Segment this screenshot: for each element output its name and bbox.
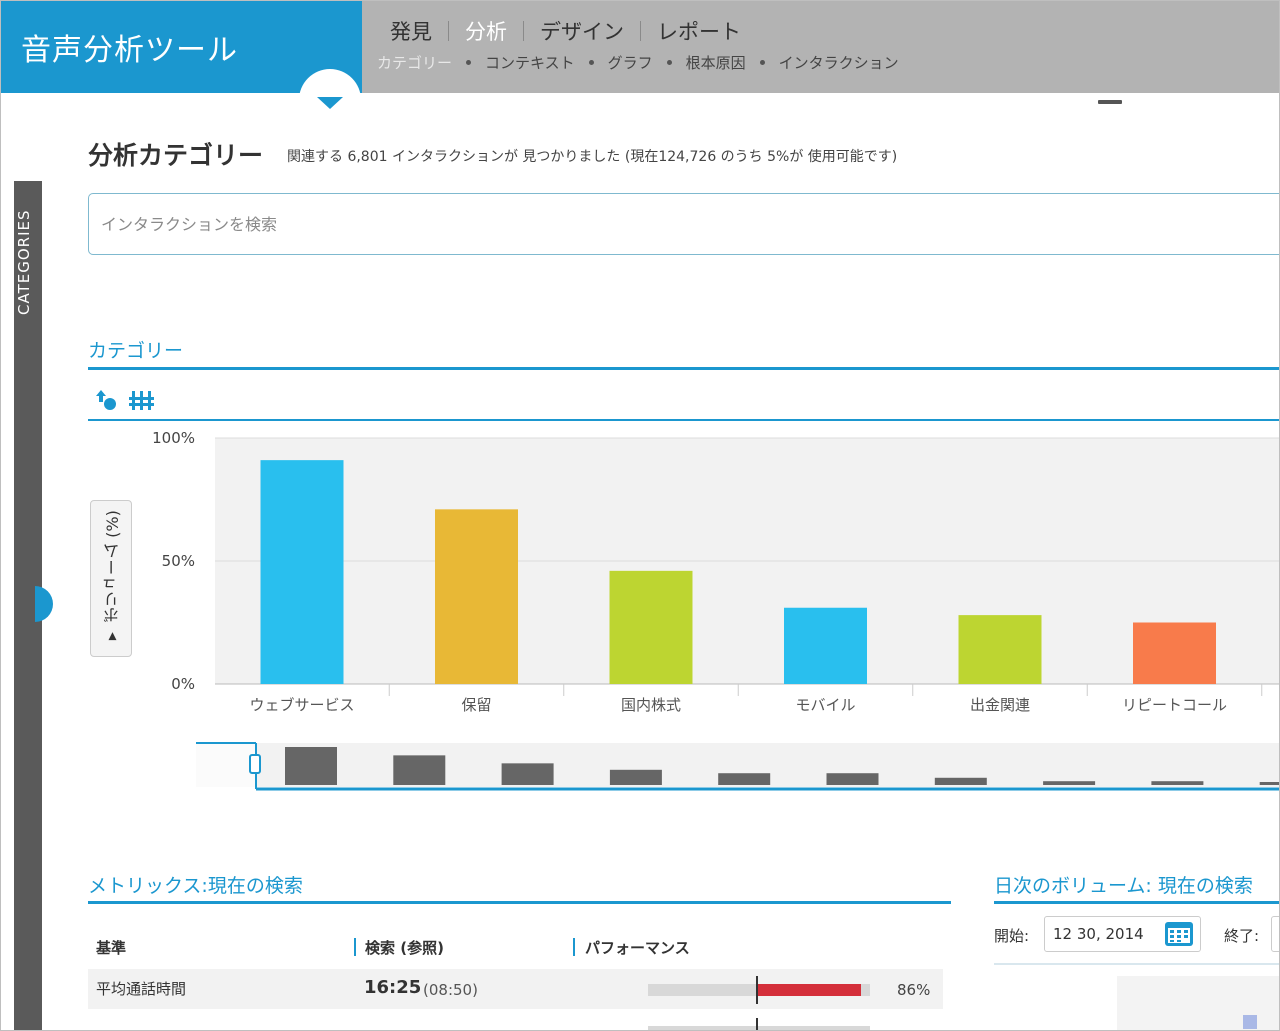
main-tabs: 発見 分析 デザイン レポート bbox=[382, 16, 749, 46]
subtab-bullet bbox=[666, 60, 672, 65]
x-tick-label: モバイル bbox=[795, 696, 855, 714]
metrics-header-performance[interactable]: パフォーマンス bbox=[585, 937, 690, 958]
end-date-label: 終了: bbox=[1224, 927, 1260, 945]
daily-volume-divider bbox=[994, 901, 1279, 904]
metrics-section-title: メトリックス:現在の検索 bbox=[88, 875, 303, 897]
chart-bar[interactable] bbox=[1133, 622, 1216, 685]
section-divider bbox=[88, 367, 1279, 370]
subtab-root-cause[interactable]: 根本原因 bbox=[686, 52, 746, 73]
subtab-graph[interactable]: グラフ bbox=[608, 52, 653, 73]
chart-bar[interactable] bbox=[260, 460, 344, 684]
performance-reference-marker bbox=[756, 976, 758, 1004]
navigator-bar bbox=[1151, 781, 1204, 785]
daily-volume-subdivider bbox=[994, 963, 1279, 965]
chart-overview-navigator[interactable] bbox=[196, 739, 1280, 795]
toolbar-divider bbox=[88, 419, 1279, 421]
navigator-bar bbox=[1259, 782, 1279, 785]
subtab-bullet bbox=[588, 60, 594, 65]
y-tick-label: 50% bbox=[162, 552, 195, 570]
app-title: 音声分析ツール bbox=[21, 33, 238, 68]
column-separator bbox=[354, 938, 356, 956]
x-tick-label: ウェブサービス bbox=[249, 696, 354, 714]
metrics-header-search[interactable]: 検索 (参照) bbox=[365, 937, 444, 958]
navigator-bar bbox=[285, 747, 337, 785]
end-date-input[interactable] bbox=[1271, 916, 1279, 952]
x-tick-label: 国内株式 bbox=[621, 696, 681, 714]
calendar-icon[interactable] bbox=[1164, 919, 1194, 947]
performance-bar-fill bbox=[758, 984, 861, 996]
caret-down-icon[interactable] bbox=[317, 97, 343, 109]
subtab-bullet bbox=[466, 60, 472, 65]
app-window: 音声分析ツール 発見 分析 デザイン レポート カテゴリー コンテキスト グラフ… bbox=[0, 0, 1280, 1031]
tab-separator bbox=[640, 21, 641, 41]
tab-separator bbox=[448, 21, 449, 41]
navigator-bar bbox=[393, 755, 446, 785]
navigator-drag-handle[interactable] bbox=[249, 754, 261, 774]
daily-volume-mark bbox=[1243, 1015, 1257, 1029]
navigator-bar bbox=[609, 769, 662, 785]
filter-columns-icon[interactable] bbox=[129, 387, 155, 413]
hamburger-icon[interactable] bbox=[1098, 100, 1122, 104]
category-bar-chart: 100% 50% 0% ウェブサービス 保留 国内株式 モバイル 出金関連 リピートコール bbox=[152, 429, 1279, 714]
rail-expand-handle[interactable] bbox=[35, 586, 53, 622]
start-date-label: 開始: bbox=[994, 927, 1030, 945]
chart-bar[interactable] bbox=[435, 509, 518, 684]
tab-discover[interactable]: 発見 bbox=[382, 16, 440, 46]
navigator-bar bbox=[826, 773, 879, 785]
performance-reference-marker bbox=[756, 1018, 758, 1030]
y-tick-label: 0% bbox=[171, 675, 195, 693]
daily-volume-title: 日次のボリューム: 現在の検索 bbox=[994, 875, 1253, 897]
navigator-bar bbox=[1043, 781, 1096, 785]
metric-value: 16:25 bbox=[364, 977, 422, 998]
subtab-bullet bbox=[759, 60, 765, 65]
column-separator bbox=[573, 938, 575, 956]
categories-section-title: カテゴリー bbox=[88, 340, 184, 362]
metric-reference: (08:50) bbox=[423, 981, 478, 999]
navigator-bar bbox=[501, 763, 554, 785]
yaxis-toggle-label[interactable]: ▾ ボリューム (%) bbox=[101, 506, 127, 652]
navigator-window[interactable] bbox=[196, 743, 256, 787]
x-tick-label: リピートコール bbox=[1122, 696, 1227, 714]
calendar-icon-graphic bbox=[1165, 922, 1193, 946]
navigator-bar bbox=[934, 777, 987, 785]
y-tick-label: 100% bbox=[152, 429, 195, 447]
categories-rail-label: CATEGORIES bbox=[15, 209, 33, 315]
subtab-categories[interactable]: カテゴリー bbox=[377, 52, 452, 73]
top-navigation: 発見 分析 デザイン レポート カテゴリー コンテキスト グラフ 根本原因 イン… bbox=[362, 1, 1279, 93]
sort-icon-graphic bbox=[96, 390, 116, 410]
metrics-header-criteria[interactable]: 基準 bbox=[96, 937, 126, 958]
page-title: 分析カテゴリー bbox=[88, 141, 264, 170]
x-tick-label: 出金関連 bbox=[970, 696, 1030, 714]
chart-bar[interactable] bbox=[784, 607, 867, 684]
tab-separator bbox=[523, 21, 524, 41]
tab-report[interactable]: レポート bbox=[649, 16, 749, 46]
chart-bar[interactable] bbox=[958, 615, 1042, 684]
subtab-interaction[interactable]: インタラクション bbox=[779, 52, 899, 73]
filter-columns-graphic bbox=[129, 391, 154, 410]
search-input[interactable] bbox=[88, 193, 1279, 255]
sort-icon[interactable] bbox=[94, 387, 120, 413]
performance-percent: 86% bbox=[897, 981, 931, 999]
tab-analyze[interactable]: 分析 bbox=[457, 16, 515, 46]
metrics-divider bbox=[88, 901, 951, 904]
sub-tabs: カテゴリー コンテキスト グラフ 根本原因 インタラクション bbox=[377, 52, 899, 73]
navigator-bar bbox=[718, 773, 771, 785]
results-summary: 関連する 6,801 インタラクションが 見つかりました (現在124,726 … bbox=[287, 149, 898, 165]
subtab-context[interactable]: コンテキスト bbox=[485, 52, 575, 73]
performance-bar-track bbox=[648, 1026, 870, 1030]
metric-name: 平均通話時間 bbox=[96, 980, 187, 998]
chart-bar[interactable] bbox=[609, 570, 693, 684]
x-tick-label: 保留 bbox=[461, 696, 491, 714]
tab-design[interactable]: デザイン bbox=[532, 16, 632, 46]
